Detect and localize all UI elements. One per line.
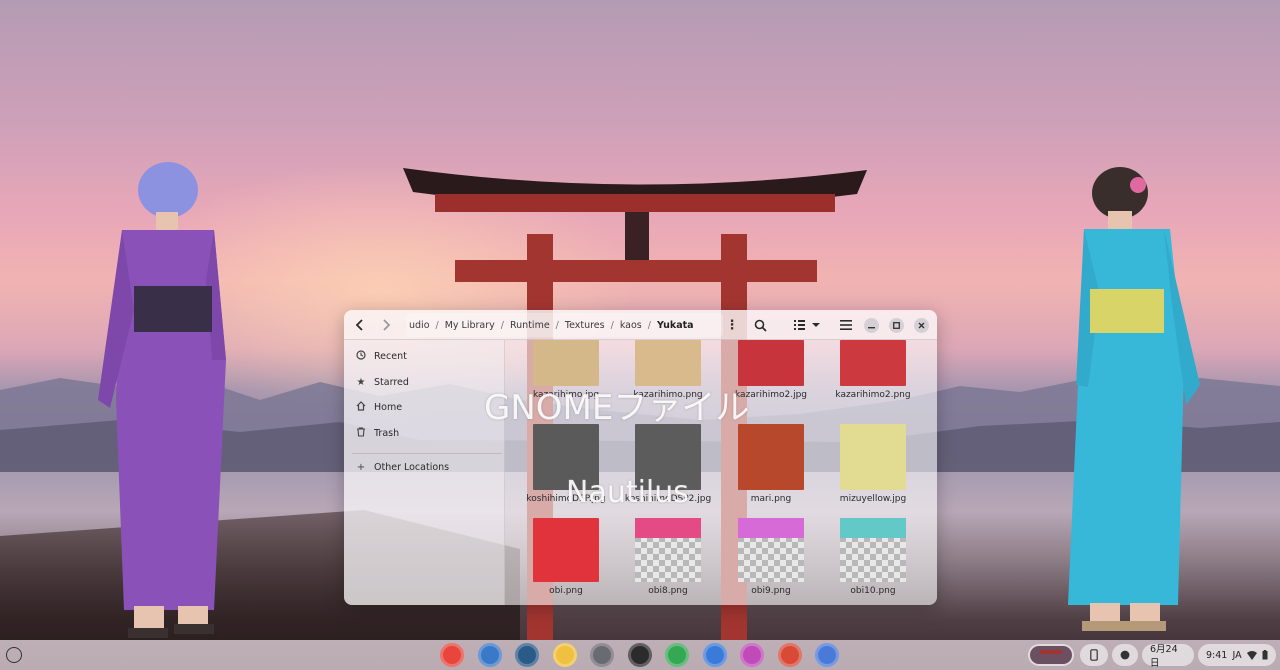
minimize-icon[interactable] [864,318,879,333]
breadcrumb-separator: / [610,319,614,331]
photos-icon[interactable] [552,643,577,667]
breadcrumb-current[interactable]: Yukata [654,320,697,331]
launcher-circle-icon[interactable] [6,647,22,663]
chevron-down-icon [812,323,820,327]
breadcrumb-separator: / [647,319,651,331]
studio-icon[interactable] [740,643,764,667]
star-icon: ★ [356,376,366,388]
list-view-icon[interactable] [792,313,822,337]
file-name: obi8.png [648,586,688,596]
file-item[interactable]: obi9.png [721,518,821,596]
date-pill[interactable]: 6月24日 [1142,644,1194,669]
battery-icon [1262,650,1268,660]
trash-icon [354,426,368,440]
sidebar-item-trash[interactable]: Trash [354,422,399,444]
wifi-icon [1246,650,1257,660]
watermark-subtitle: Nautilus [566,475,689,510]
file-name: obi9.png [751,586,791,596]
tray-date: 6月24日 [1150,644,1178,669]
plus-icon: + [356,461,366,473]
sidebar-item-home[interactable]: Home [354,396,402,418]
tray-time: 9:41 [1206,649,1228,661]
file-item[interactable]: mari.png [721,424,821,504]
home-icon [354,400,368,414]
breadcrumb-item[interactable]: kaos [617,320,645,331]
file-item[interactable]: mizuyellow.jpg [823,424,923,504]
code-editor-icon[interactable] [590,643,614,667]
thumbnail-color-strip [635,518,701,538]
close-icon[interactable] [914,318,929,333]
thumbnail-color-strip [738,518,804,538]
file-item[interactable]: obi8.png [618,518,718,596]
file-item[interactable]: obi.png [516,518,616,596]
breadcrumb-item[interactable]: Runtime [507,320,553,331]
docs-icon[interactable] [815,643,839,667]
sidebar-item-label: Home [374,401,403,413]
vertical-dots-icon[interactable]: ⋮ [724,314,740,336]
play-store-icon[interactable] [665,643,689,667]
status-area[interactable]: 9:41 JA [1198,644,1276,666]
breadcrumb-item[interactable]: My Library [442,320,498,331]
file-name: obi.png [549,586,583,596]
sidebar: Recent ★ Starred Home Trash + Other Loca… [344,340,505,605]
file-thumbnail [738,518,804,582]
file-thumbnail [840,340,906,386]
breadcrumb-item[interactable]: Textures [562,320,608,331]
breadcrumb-separator: / [500,319,504,331]
sidebar-item-label: Trash [374,427,400,439]
watermark-title: GNOMEファイル [484,388,750,428]
files-icon[interactable] [477,643,502,667]
remote-desktop-icon[interactable] [777,643,802,667]
phone-hub-icon[interactable] [1080,644,1108,666]
sidebar-item-label: Other Locations [374,461,450,473]
file-name: mizuyellow.jpg [839,494,907,504]
chevron-left-icon[interactable] [348,313,372,337]
shelf: 6月24日 9:41 JA [0,640,1280,670]
sidebar-item-recent[interactable]: Recent [354,345,407,367]
hamburger-icon[interactable] [834,313,858,337]
tray-avatar[interactable] [1028,644,1074,666]
sidebar-item-other-locations[interactable]: + Other Locations [354,456,449,478]
chevron-right-icon[interactable] [374,313,398,337]
search-icon[interactable] [748,313,772,337]
file-item[interactable]: kazarihimo2.png [823,340,923,400]
sidebar-item-starred[interactable]: ★ Starred [354,371,409,393]
settings-icon[interactable] [515,643,539,667]
file-thumbnail [738,424,804,490]
web-app-icon[interactable] [702,643,727,667]
file-name: kazarihimo2.png [835,390,911,400]
figure-left-yukata [98,162,226,638]
file-name: mari.png [750,494,792,504]
file-name: obi10.png [850,586,896,596]
breadcrumb-separator: / [555,319,559,331]
ime-indicator: JA [1232,649,1242,661]
terminal-icon[interactable] [627,643,652,667]
chrome-icon[interactable] [440,643,464,667]
thumbnail-color-strip [840,518,906,538]
sidebar-item-label: Recent [374,350,407,362]
breadcrumb: udio / My Library / Runtime / Textures /… [406,313,723,337]
file-thumbnail [840,424,906,490]
header-bar: udio / My Library / Runtime / Textures /… [344,310,937,340]
file-item[interactable]: obi10.png [823,518,923,596]
file-manager-window[interactable]: udio / My Library / Runtime / Textures /… [344,310,937,605]
clock-icon [354,349,368,363]
figure-right-yukata [1068,167,1200,631]
file-thumbnail [840,518,906,582]
sidebar-divider [352,453,502,454]
file-thumbnail [635,518,701,582]
sidebar-item-label: Starred [374,376,409,388]
notification-icon[interactable] [1112,644,1138,666]
maximize-icon[interactable] [889,318,904,333]
breadcrumb-item[interactable]: udio [406,320,433,331]
file-thumbnail [533,518,599,582]
breadcrumb-separator: / [435,319,439,331]
